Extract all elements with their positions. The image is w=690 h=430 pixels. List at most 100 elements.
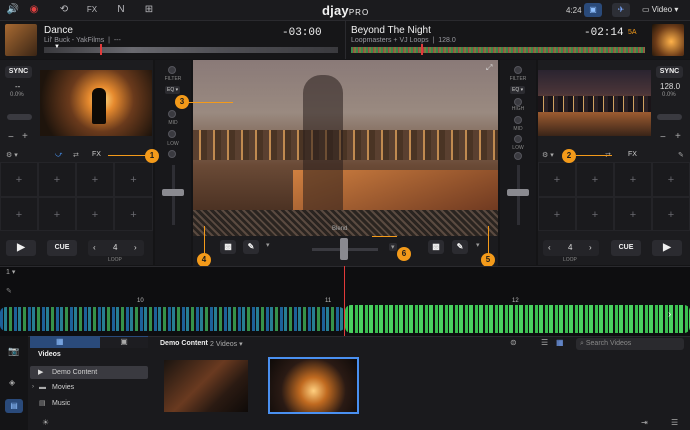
mid-knob-right[interactable]: [514, 116, 522, 124]
pad[interactable]: +: [38, 162, 76, 197]
video-thumbnail-dance[interactable]: [164, 360, 248, 412]
pen-icon[interactable]: ✎: [6, 287, 12, 295]
deck-left-artwork[interactable]: [5, 24, 37, 56]
deck-left-play-button[interactable]: ▶: [6, 240, 36, 256]
crossfader-handle[interactable]: [340, 238, 348, 260]
deck-right-pitch-minus[interactable]: −: [660, 132, 666, 143]
left-video-transition-icon[interactable]: ✎: [243, 240, 259, 254]
pad[interactable]: +: [538, 197, 576, 231]
bridge-railing: [193, 210, 498, 236]
deck-right-sync-button[interactable]: SYNC: [656, 66, 683, 78]
gain-knob-right[interactable]: [514, 152, 522, 160]
loop-prev-icon[interactable]: ‹: [548, 243, 551, 252]
deck-left-pitch-plus[interactable]: +: [22, 131, 28, 142]
volume-fader-right[interactable]: [507, 189, 529, 196]
filter-knob-left[interactable]: [168, 66, 176, 74]
filter-knob-right[interactable]: [514, 66, 522, 74]
deck-left-loop-value[interactable]: 4: [113, 243, 117, 252]
camera-icon[interactable]: 📷: [8, 346, 19, 357]
neural-mix-icon[interactable]: N: [113, 3, 129, 17]
expand-video-icon[interactable]: ⤢: [486, 63, 492, 73]
eq-select-right[interactable]: EQ ▾: [510, 86, 526, 94]
deck-right-pitch-slider[interactable]: [657, 114, 682, 120]
blend-mode-dropdown[interactable]: ▾: [389, 243, 397, 251]
photos-tab[interactable]: ▣: [100, 337, 148, 348]
deck-right-cue-button[interactable]: CUE: [611, 240, 641, 256]
queue-list-icon[interactable]: ☰: [671, 418, 678, 427]
deck-right-edit-icon[interactable]: ✎: [678, 151, 684, 159]
loop-next-icon[interactable]: ›: [134, 243, 137, 252]
library-item-music[interactable]: ▤ Music: [30, 397, 148, 410]
deck-right-pitch-plus[interactable]: +: [675, 131, 681, 142]
filter-icon[interactable]: ⊜: [510, 338, 517, 347]
grid-view-icon[interactable]: ▦: [556, 338, 564, 347]
pad[interactable]: +: [538, 162, 576, 197]
deck-right-loop-value[interactable]: 4: [568, 243, 572, 252]
fx-button[interactable]: FX: [84, 3, 100, 17]
left-video-fx-icon[interactable]: ▩: [220, 240, 236, 254]
deck-right-play-button[interactable]: ▶: [652, 240, 682, 256]
pad[interactable]: +: [76, 197, 114, 231]
deck-left-pitch-slider[interactable]: [7, 114, 32, 120]
eq-select-left[interactable]: EQ ▾: [165, 86, 181, 94]
left-video-dropdown-icon[interactable]: ▾: [266, 241, 270, 249]
track-number: 1 ▾: [6, 269, 16, 276]
low-knob-right[interactable]: [514, 135, 522, 143]
right-video-fx-icon[interactable]: ▩: [428, 240, 444, 254]
right-video-dropdown-icon[interactable]: ▾: [476, 241, 480, 249]
low-knob-left[interactable]: [168, 150, 176, 158]
volume-icon[interactable]: 🔊: [5, 3, 21, 17]
deck-right-artwork[interactable]: [652, 24, 684, 56]
deck-left-sync-icon[interactable]: ⇄: [73, 151, 79, 159]
layers-icon[interactable]: ◈: [9, 378, 15, 387]
pad[interactable]: +: [0, 162, 38, 197]
app-logo: djayPRO: [322, 3, 370, 18]
high-knob-right[interactable]: [514, 98, 522, 106]
pad[interactable]: +: [652, 197, 690, 231]
deck-left-video[interactable]: [40, 70, 152, 136]
brightness-icon[interactable]: ☀: [42, 418, 49, 427]
loop-next-icon[interactable]: ›: [589, 243, 592, 252]
pad[interactable]: +: [76, 162, 114, 197]
deck-left-overview[interactable]: [44, 47, 338, 53]
pad[interactable]: +: [614, 197, 652, 231]
library-item-movies[interactable]: › ▬ Movies: [30, 381, 148, 394]
sampler-icon[interactable]: ⟲: [56, 3, 72, 17]
library-item-demo-content[interactable]: ▶ Demo Content: [30, 366, 148, 379]
right-video-transition-icon[interactable]: ✎: [452, 240, 468, 254]
deck-left-fx-button[interactable]: FX: [92, 151, 101, 158]
high-knob-left[interactable]: [168, 110, 176, 118]
deck-right-overview[interactable]: [351, 47, 645, 53]
pad[interactable]: +: [0, 197, 38, 231]
record-icon[interactable]: ◉: [26, 3, 42, 17]
add-to-queue-icon[interactable]: ⇥: [641, 418, 648, 427]
deck-right-settings-icon[interactable]: ⚙ ▾: [542, 151, 554, 159]
deck-left-cue-button[interactable]: CUE: [47, 240, 77, 256]
pad[interactable]: +: [114, 197, 153, 231]
waveform-next-icon[interactable]: ›: [668, 309, 671, 320]
pad[interactable]: +: [576, 162, 614, 197]
video-thumbnail-beyond-the-night[interactable]: [268, 357, 359, 414]
layout-button[interactable]: ▣: [584, 3, 602, 17]
search-input[interactable]: ⌕ Search Videos: [576, 338, 684, 350]
list-view-icon[interactable]: ☰: [541, 338, 548, 347]
deck-right-fx-button[interactable]: FX: [628, 151, 637, 158]
pad[interactable]: +: [576, 197, 614, 231]
deck-left-settings-icon[interactable]: ⚙ ▾: [6, 151, 18, 159]
automix-button[interactable]: ✈: [612, 3, 630, 17]
volume-fader-left[interactable]: [162, 189, 184, 196]
deck-left-pitch-minus[interactable]: −: [8, 132, 14, 143]
pad[interactable]: +: [614, 162, 652, 197]
pad[interactable]: +: [114, 162, 153, 197]
pad[interactable]: +: [652, 162, 690, 197]
loop-prev-icon[interactable]: ‹: [93, 243, 96, 252]
deck-left-sync-button[interactable]: SYNC: [5, 66, 32, 78]
library-mode-button[interactable]: ▤: [5, 399, 23, 413]
grid-icon[interactable]: ⊞: [141, 3, 157, 17]
blend-video-output[interactable]: [193, 60, 498, 236]
video-mode-select[interactable]: ▭ Video ▾: [642, 5, 678, 14]
deck-right-video[interactable]: [538, 70, 651, 136]
deck-left-loop-icon[interactable]: ⤻: [55, 151, 62, 159]
pad[interactable]: +: [38, 197, 76, 231]
mid-knob-left[interactable]: [168, 130, 176, 138]
